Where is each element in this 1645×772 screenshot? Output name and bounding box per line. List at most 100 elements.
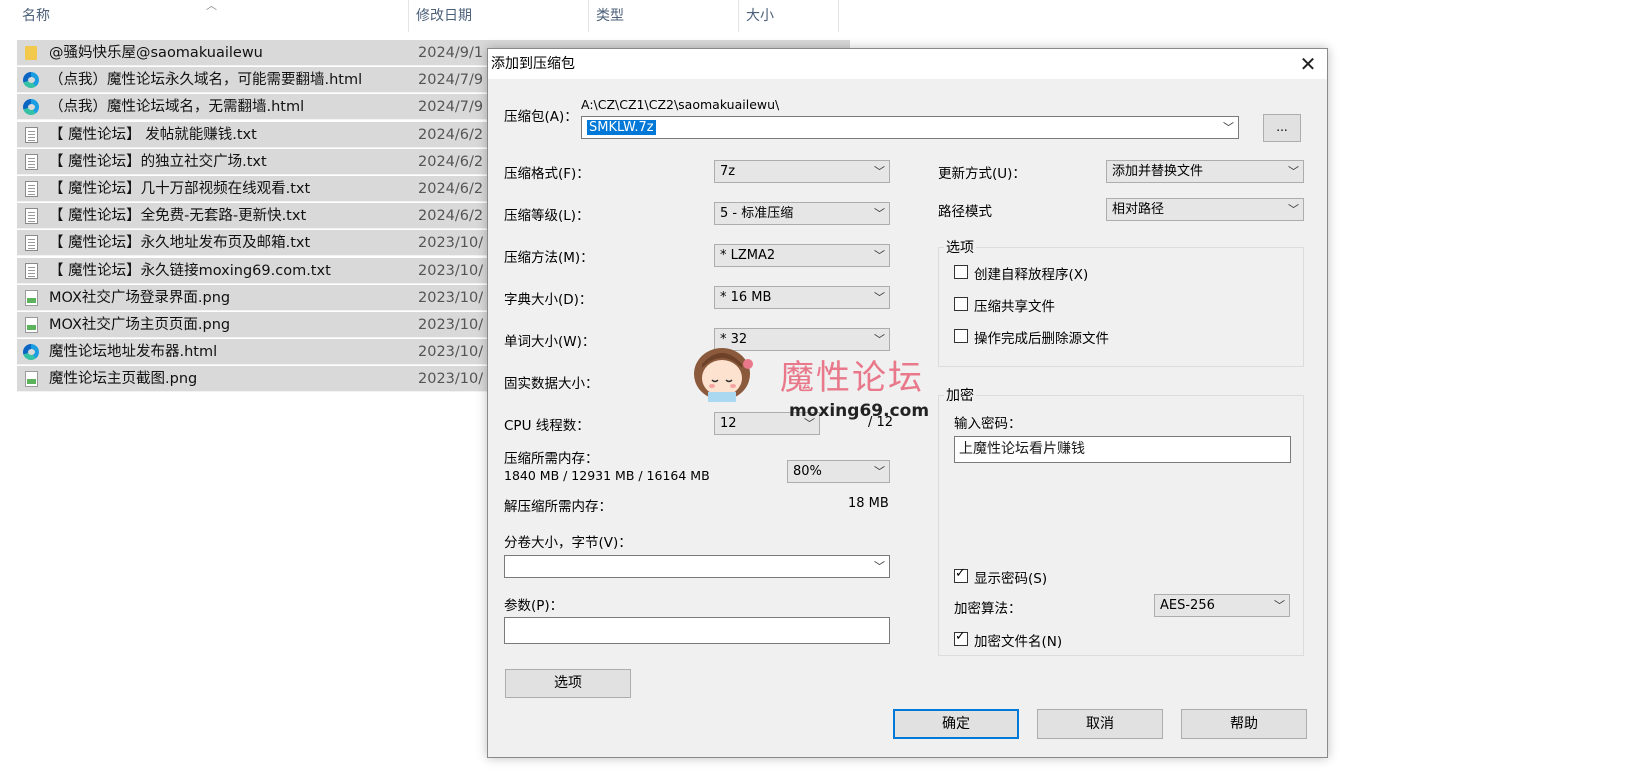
format-label: 压缩格式(F)：: [504, 166, 590, 182]
file-date: 2024/6/2: [418, 126, 484, 143]
chevron-down-icon: ﹀: [1274, 599, 1285, 612]
help-button[interactable]: 帮助: [1181, 709, 1307, 739]
file-date: 2024/9/1: [418, 45, 484, 61]
show-password-label[interactable]: 显示密码(S): [974, 567, 1047, 587]
file-name: 【 魔性论坛】的独立社交广场.txt: [49, 153, 267, 170]
edge-html-icon: [23, 344, 39, 361]
file-date: 2023/10/: [418, 289, 484, 306]
option-label[interactable]: 创建自释放程序(X): [974, 263, 1088, 283]
chevron-down-icon: ﹀: [874, 560, 885, 573]
encryption-method-select[interactable]: AES-256 ﹀: [1154, 594, 1290, 617]
file-date: 2024/6/2: [418, 153, 484, 170]
password-input[interactable]: 上魔性论坛看片赚钱: [954, 436, 1291, 463]
column-header-type[interactable]: 类型: [596, 0, 726, 32]
option-checkbox[interactable]: [954, 297, 968, 311]
update-select[interactable]: 添加并替换文件 ﹀: [1106, 160, 1304, 183]
browse-button[interactable]: ...: [1263, 114, 1301, 142]
show-password-checkbox[interactable]: [954, 566, 968, 583]
level-select[interactable]: 5 - 标准压缩 ﹀: [714, 202, 890, 225]
file-date: 2023/10/: [418, 235, 484, 252]
chevron-down-icon: ﹀: [874, 291, 885, 304]
file-name: （点我）魔性论坛永久域名，可能需要翻墙.html: [49, 72, 363, 89]
close-icon[interactable]: ✕: [1295, 51, 1321, 77]
dict-select[interactable]: * 16 MB ﹀: [714, 286, 890, 309]
text-file-icon: [25, 153, 38, 170]
dialog-titlebar[interactable]: 添加到压缩包 ✕: [488, 49, 1327, 79]
chevron-down-icon: ﹀: [1288, 203, 1299, 216]
method-select[interactable]: * LZMA2 ﹀: [714, 244, 890, 267]
encrypt-names-label[interactable]: 加密文件名(N): [974, 630, 1062, 650]
cancel-button[interactable]: 取消: [1037, 709, 1163, 739]
option-label[interactable]: 压缩共享文件: [974, 295, 1055, 315]
threads-label: CPU 线程数：: [504, 418, 590, 434]
params-label: 参数(P)：: [504, 598, 564, 614]
option-checkbox[interactable]: [954, 265, 968, 279]
chevron-down-icon[interactable]: ﹀: [1223, 117, 1234, 138]
pathmode-value: 相对路径: [1112, 202, 1165, 217]
chevron-down-icon: ﹀: [874, 207, 885, 220]
folder-icon: [25, 46, 37, 60]
file-name: 【 魔性论坛】永久链接moxing69.com.txt: [49, 262, 331, 279]
file-name: MOX社交广场主页页面.png: [49, 317, 231, 333]
encrypt-names-checkbox[interactable]: [954, 629, 968, 646]
archive-name-combo[interactable]: SMKLW.7z ﹀: [581, 116, 1239, 139]
image-file-icon: [25, 289, 38, 306]
file-date: 2023/10/: [418, 371, 484, 388]
file-name: 【 魔性论坛】几十万部视频在线观看.txt: [49, 181, 311, 197]
solid-label: 固实数据大小：: [504, 376, 599, 392]
mem-decompress-value: 18 MB: [848, 496, 889, 511]
volume-label: 分卷大小，字节(V)：: [504, 535, 632, 551]
file-date: 2023/10/: [418, 317, 484, 333]
pathmode-select[interactable]: 相对路径 ﹀: [1106, 198, 1304, 221]
option-checkbox[interactable]: [954, 329, 968, 343]
mem-percent-select[interactable]: 80% ﹀: [787, 460, 890, 483]
column-separator[interactable]: [838, 0, 839, 32]
archive-label: 压缩包(A)：: [504, 109, 578, 125]
text-file-icon: [25, 235, 38, 252]
column-separator[interactable]: [408, 0, 409, 32]
sort-ascending-icon: ︿: [206, 0, 217, 12]
archive-name-value: SMKLW.7z: [587, 120, 656, 135]
word-label: 单词大小(W)：: [504, 334, 596, 350]
level-value: 5 - 标准压缩: [720, 206, 794, 221]
dialog-title: 添加到压缩包: [491, 56, 575, 72]
mem-compress-detail: 1840 MB / 12931 MB / 16164 MB: [504, 468, 710, 483]
edge-html-icon: [23, 99, 39, 116]
pathmode-label: 路径模式: [938, 204, 992, 220]
text-file-icon: [25, 262, 38, 279]
file-name: 【 魔性论坛】永久地址发布页及邮箱.txt: [49, 235, 311, 252]
level-label: 压缩等级(L)：: [504, 208, 590, 224]
chevron-down-icon: ﹀: [874, 165, 885, 178]
file-name: （点我）魔性论坛域名，无需翻墙.html: [49, 99, 305, 116]
encryption-method-label: 加密算法：: [954, 601, 1022, 617]
column-separator[interactable]: [738, 0, 739, 32]
format-value: 7z: [720, 164, 736, 179]
image-file-icon: [25, 371, 38, 388]
params-input[interactable]: [504, 617, 890, 644]
file-name: 魔性论坛主页截图.png: [49, 371, 198, 388]
volume-combo[interactable]: ﹀: [504, 555, 890, 578]
mascot-logo-icon: [694, 348, 753, 402]
threads-value: 12: [720, 416, 737, 431]
column-header-modified[interactable]: 修改日期: [416, 0, 576, 32]
update-label: 更新方式(U)：: [938, 166, 1026, 182]
text-file-icon: [25, 126, 38, 143]
file-date: 2023/10/: [418, 344, 484, 361]
ok-button[interactable]: 确定: [893, 709, 1019, 739]
password-label: 输入密码：: [954, 416, 1022, 432]
encryption-method-value: AES-256: [1160, 598, 1215, 613]
archive-path: A:\CZ\CZ1\CZ2\saomakuailewu\: [581, 97, 780, 112]
method-value: * LZMA2: [720, 248, 776, 263]
options-group-title: 选项: [944, 237, 976, 257]
format-select[interactable]: 7z ﹀: [714, 160, 890, 183]
file-date: 2024/7/9: [418, 72, 484, 89]
column-separator[interactable]: [588, 0, 589, 32]
file-name: @骚妈快乐屋@saomakuailewu: [49, 45, 263, 61]
watermark-title: 魔性论坛: [780, 358, 924, 398]
image-file-icon: [25, 317, 38, 333]
edge-html-icon: [23, 72, 39, 89]
column-header-size[interactable]: 大小: [746, 0, 826, 32]
mem-compress-label: 压缩所需内存：: [504, 451, 599, 467]
option-label[interactable]: 操作完成后删除源文件: [974, 327, 1109, 347]
options-button[interactable]: 选项: [505, 669, 631, 698]
